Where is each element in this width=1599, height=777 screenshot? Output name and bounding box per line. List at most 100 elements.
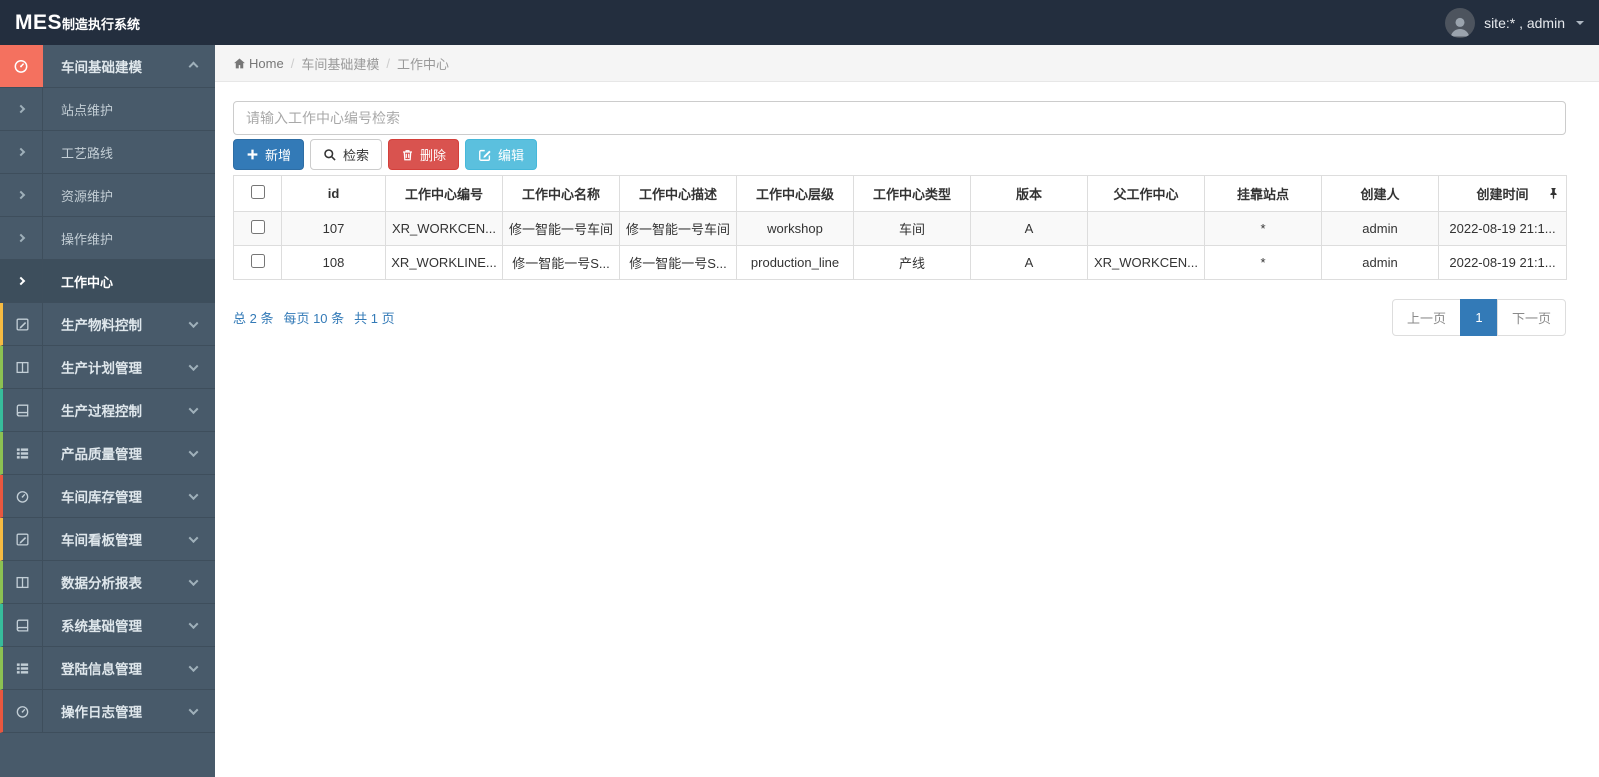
toolbar: 新增 检索 删除 编辑 [233,139,1566,170]
home-icon [234,57,245,68]
chevron-right-icon [16,233,26,243]
sidebar-group-product-quality-management[interactable]: 产品质量管理 [0,432,215,475]
sidebar-group-login-info-management[interactable]: 登陆信息管理 [0,647,215,690]
user-menu[interactable]: site:* , admin [1445,7,1584,38]
brand-mes: MES [15,10,63,34]
col-header-parent[interactable]: 父工作中心 [1087,175,1205,212]
col-header-desc[interactable]: 工作中心描述 [619,175,737,212]
col-header-level[interactable]: 工作中心层级 [736,175,854,212]
chevron-down-icon [188,704,199,715]
breadcrumb-separator: / [386,55,390,71]
sidebar-group-operation-log-management[interactable]: 操作日志管理 [0,690,215,733]
chevron-down-icon [188,661,199,672]
table-row[interactable]: 108 XR_WORKLINE... 修一智能一号S... 修一智能一号S...… [233,245,1567,280]
sidebar-item-label: 站点维护 [61,102,114,118]
col-header-created[interactable]: 创建时间 [1438,175,1567,212]
pin-icon[interactable] [1548,187,1559,200]
col-header-version[interactable]: 版本 [970,175,1088,212]
cell-created: 2022-08-19 21:1... [1438,211,1567,246]
cell-name: 修一智能一号S... [502,245,620,280]
columns-icon [16,361,29,373]
sidebar-item-label: 工艺路线 [61,145,114,161]
book-icon [16,619,29,631]
topbar: MES 制造执行系统 site:* , admin [0,0,1599,45]
sidebar-group-system-basic-management[interactable]: 系统基础管理 [0,604,215,647]
sidebar-group-label: 车间库存管理 [61,490,142,505]
chevron-right-icon [16,104,26,114]
sidebar-item-process-route[interactable]: 工艺路线 [0,131,215,174]
cell-type: 产线 [853,245,971,280]
sidebar-group-label: 系统基础管理 [61,619,142,634]
pagination-bar: 总 2 条 每页 10 条 共 1 页 上一页 1 下一页 [233,299,1566,336]
gauge-icon [14,59,28,73]
caret-down-icon [1576,20,1584,25]
brand-subtitle: 制造执行系统 [62,16,141,32]
chevron-right-icon [16,276,26,286]
sidebar-group-label: 操作日志管理 [61,705,142,720]
table-header-row: id 工作中心编号 工作中心名称 工作中心描述 工作中心层级 工作中心类型 版本… [233,175,1567,212]
sidebar-group-label: 车间看板管理 [61,533,142,548]
chevron-right-icon [16,147,26,157]
row-checkbox[interactable] [250,254,265,268]
sidebar-group-workshop-inventory-management[interactable]: 车间库存管理 [0,475,215,518]
page-1-button[interactable]: 1 [1459,299,1498,336]
sidebar-group-workshop-modeling[interactable]: 车间基础建模 [0,45,215,88]
search-button[interactable]: 检索 [310,139,383,170]
total-count: 总 2 条 [233,311,274,326]
gauge-icon [16,490,29,503]
sidebar-group-label: 生产物料控制 [61,318,142,333]
search-input[interactable] [233,101,1566,135]
cell-station: * [1204,245,1322,280]
next-page-button[interactable]: 下一页 [1496,299,1566,336]
pagination-summary: 总 2 条 每页 10 条 共 1 页 [233,308,395,327]
sidebar-group-label: 生产过程控制 [61,404,142,419]
sidebar-group-data-analysis-report[interactable]: 数据分析报表 [0,561,215,604]
cell-parent [1087,211,1205,246]
sidebar-item-work-center[interactable]: 工作中心 [0,260,215,303]
chevron-down-icon [188,618,199,629]
select-all-checkbox[interactable] [250,185,265,199]
chevron-up-icon [188,61,199,71]
prev-page-button[interactable]: 上一页 [1391,299,1461,336]
plus-icon [247,149,258,160]
delete-button[interactable]: 删除 [388,139,460,170]
cell-name: 修一智能一号车间 [502,211,620,246]
select-all-cell [233,175,282,212]
col-header-station[interactable]: 挂靠站点 [1204,175,1322,212]
sidebar-item-site-maintenance[interactable]: 站点维护 [0,88,215,131]
main-content: Home / 车间基础建模 / 工作中心 新增 检索 删除 [215,45,1599,777]
sidebar-group-workshop-kanban-management[interactable]: 车间看板管理 [0,518,215,561]
sidebar-group-production-plan-management[interactable]: 生产计划管理 [0,346,215,389]
add-button[interactable]: 新增 [233,139,305,170]
app-logo[interactable]: MES 制造执行系统 [15,11,140,35]
breadcrumb-home[interactable]: Home [233,56,284,71]
row-checkbox[interactable] [250,220,265,234]
cell-id: 107 [281,211,386,246]
sidebar-group-label: 数据分析报表 [61,576,142,591]
col-header-code[interactable]: 工作中心编号 [385,175,503,212]
cell-desc: 修一智能一号S... [619,245,737,280]
cell-station: * [1204,211,1322,246]
sidebar-group-production-material-control[interactable]: 生产物料控制 [0,303,215,346]
col-header-type[interactable]: 工作中心类型 [853,175,971,212]
cell-desc: 修一智能一号车间 [619,211,737,246]
chevron-right-icon [16,190,26,200]
book-icon [16,404,29,416]
page-count: 共 1 页 [354,311,395,326]
edit-button[interactable]: 编辑 [465,139,538,170]
sidebar-item-label: 工作中心 [61,274,114,290]
sidebar-group-production-process-control[interactable]: 生产过程控制 [0,389,215,432]
avatar [1445,7,1476,38]
cell-creator: admin [1321,245,1439,280]
page-body: 新增 检索 删除 编辑 [215,82,1599,336]
table-row[interactable]: 107 XR_WORKCEN... 修一智能一号车间 修一智能一号车间 work… [233,211,1567,246]
chevron-down-icon [188,403,199,414]
sidebar-group-label: 产品质量管理 [61,447,142,462]
cell-creator: admin [1321,211,1439,246]
col-header-id[interactable]: id [281,175,386,212]
col-header-name[interactable]: 工作中心名称 [502,175,620,212]
col-header-creator[interactable]: 创建人 [1321,175,1439,212]
chevron-down-icon [188,446,199,457]
sidebar-item-operation-maintenance[interactable]: 操作维护 [0,217,215,260]
sidebar-item-resource-maintenance[interactable]: 资源维护 [0,174,215,217]
